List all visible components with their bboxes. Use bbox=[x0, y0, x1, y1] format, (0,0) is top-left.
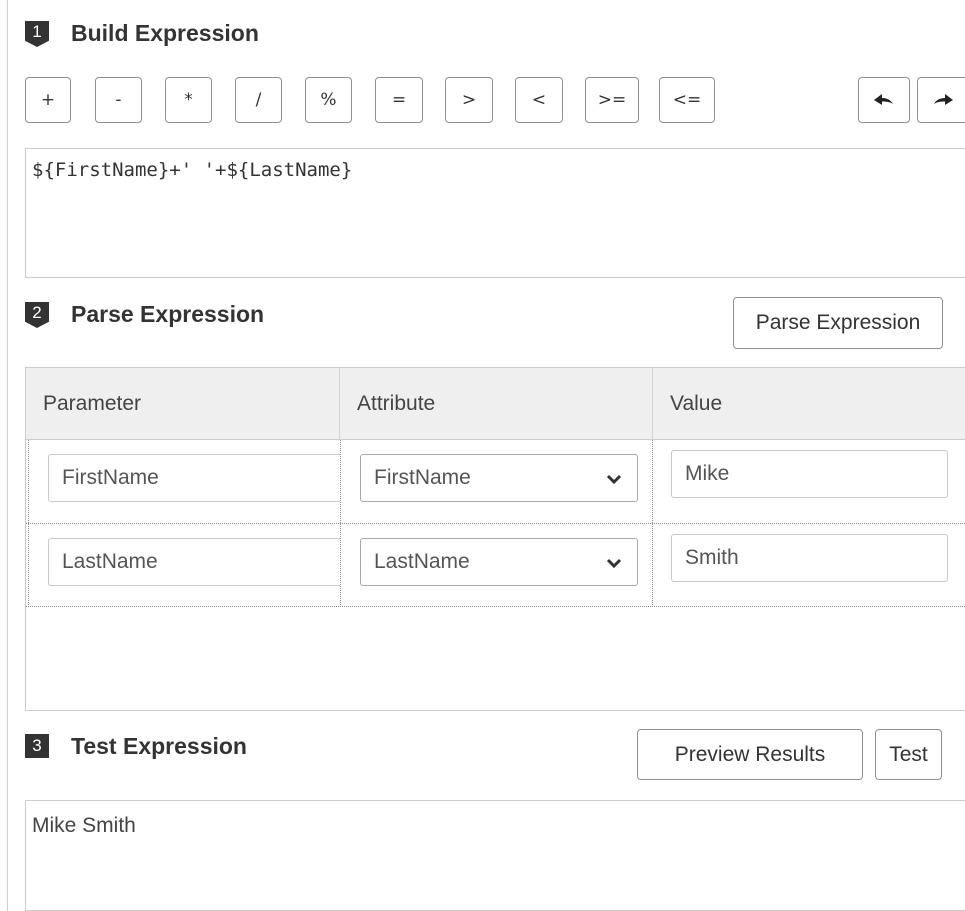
chevron-down-icon bbox=[606, 558, 622, 569]
preview-results-button[interactable]: Preview Results bbox=[637, 729, 863, 780]
modulo-operator-button[interactable]: % bbox=[305, 77, 352, 123]
redo-button[interactable] bbox=[917, 77, 965, 123]
attribute-select[interactable]: LastName bbox=[360, 538, 638, 586]
attribute-select[interactable]: FirstName bbox=[360, 454, 638, 502]
column-divider bbox=[652, 440, 653, 607]
undo-button[interactable] bbox=[858, 77, 910, 123]
parse-expression-title: Parse Expression bbox=[71, 301, 265, 327]
column-divider bbox=[340, 440, 341, 607]
parameter-grid: Parameter Attribute Value FirstName Firs… bbox=[25, 367, 965, 711]
test-expression-title: Test Expression bbox=[71, 733, 247, 759]
expression-editor[interactable]: ${FirstName}+' '+${LastName} bbox=[25, 148, 965, 278]
step-3-badge: 3 bbox=[25, 734, 49, 758]
undo-icon bbox=[874, 94, 893, 105]
divide-operator-button[interactable]: / bbox=[235, 77, 282, 123]
test-button[interactable]: Test bbox=[875, 729, 942, 780]
greater-than-operator-button[interactable]: > bbox=[445, 77, 493, 123]
plus-operator-button[interactable]: + bbox=[25, 77, 71, 123]
column-header-value[interactable]: Value bbox=[653, 368, 965, 440]
column-header-attribute[interactable]: Attribute bbox=[340, 368, 652, 440]
test-result-output: Mike Smith bbox=[25, 800, 965, 911]
row-divider bbox=[26, 606, 965, 607]
greater-equal-operator-button[interactable]: >= bbox=[585, 77, 639, 123]
value-input[interactable]: Smith bbox=[671, 534, 948, 582]
parse-expression-button[interactable]: Parse Expression bbox=[733, 297, 943, 349]
attribute-select-value: FirstName bbox=[374, 466, 471, 489]
less-equal-operator-button[interactable]: <= bbox=[659, 77, 715, 123]
step-number: 3 bbox=[32, 736, 42, 755]
multiply-operator-button[interactable]: * bbox=[165, 77, 212, 123]
parameter-input[interactable]: LastName bbox=[48, 538, 340, 586]
step-number: 2 bbox=[32, 303, 42, 322]
step-2-badge: 2 bbox=[25, 302, 49, 328]
parameter-input[interactable]: FirstName bbox=[48, 454, 340, 502]
row-left-border bbox=[28, 440, 29, 607]
row-divider bbox=[26, 523, 965, 524]
value-input[interactable]: Mike bbox=[671, 450, 948, 498]
redo-icon bbox=[933, 94, 953, 105]
panel-left-border bbox=[7, 0, 8, 911]
attribute-select-value: LastName bbox=[374, 550, 470, 573]
grid-header: Parameter Attribute Value bbox=[26, 368, 965, 440]
step-number: 1 bbox=[32, 22, 42, 41]
minus-operator-button[interactable]: - bbox=[95, 77, 142, 123]
equals-operator-button[interactable]: = bbox=[375, 77, 423, 123]
column-header-parameter[interactable]: Parameter bbox=[26, 368, 339, 440]
chevron-down-icon bbox=[606, 474, 622, 485]
step-1-badge: 1 bbox=[25, 21, 49, 47]
build-expression-title: Build Expression bbox=[71, 20, 259, 46]
less-than-operator-button[interactable]: < bbox=[515, 77, 563, 123]
